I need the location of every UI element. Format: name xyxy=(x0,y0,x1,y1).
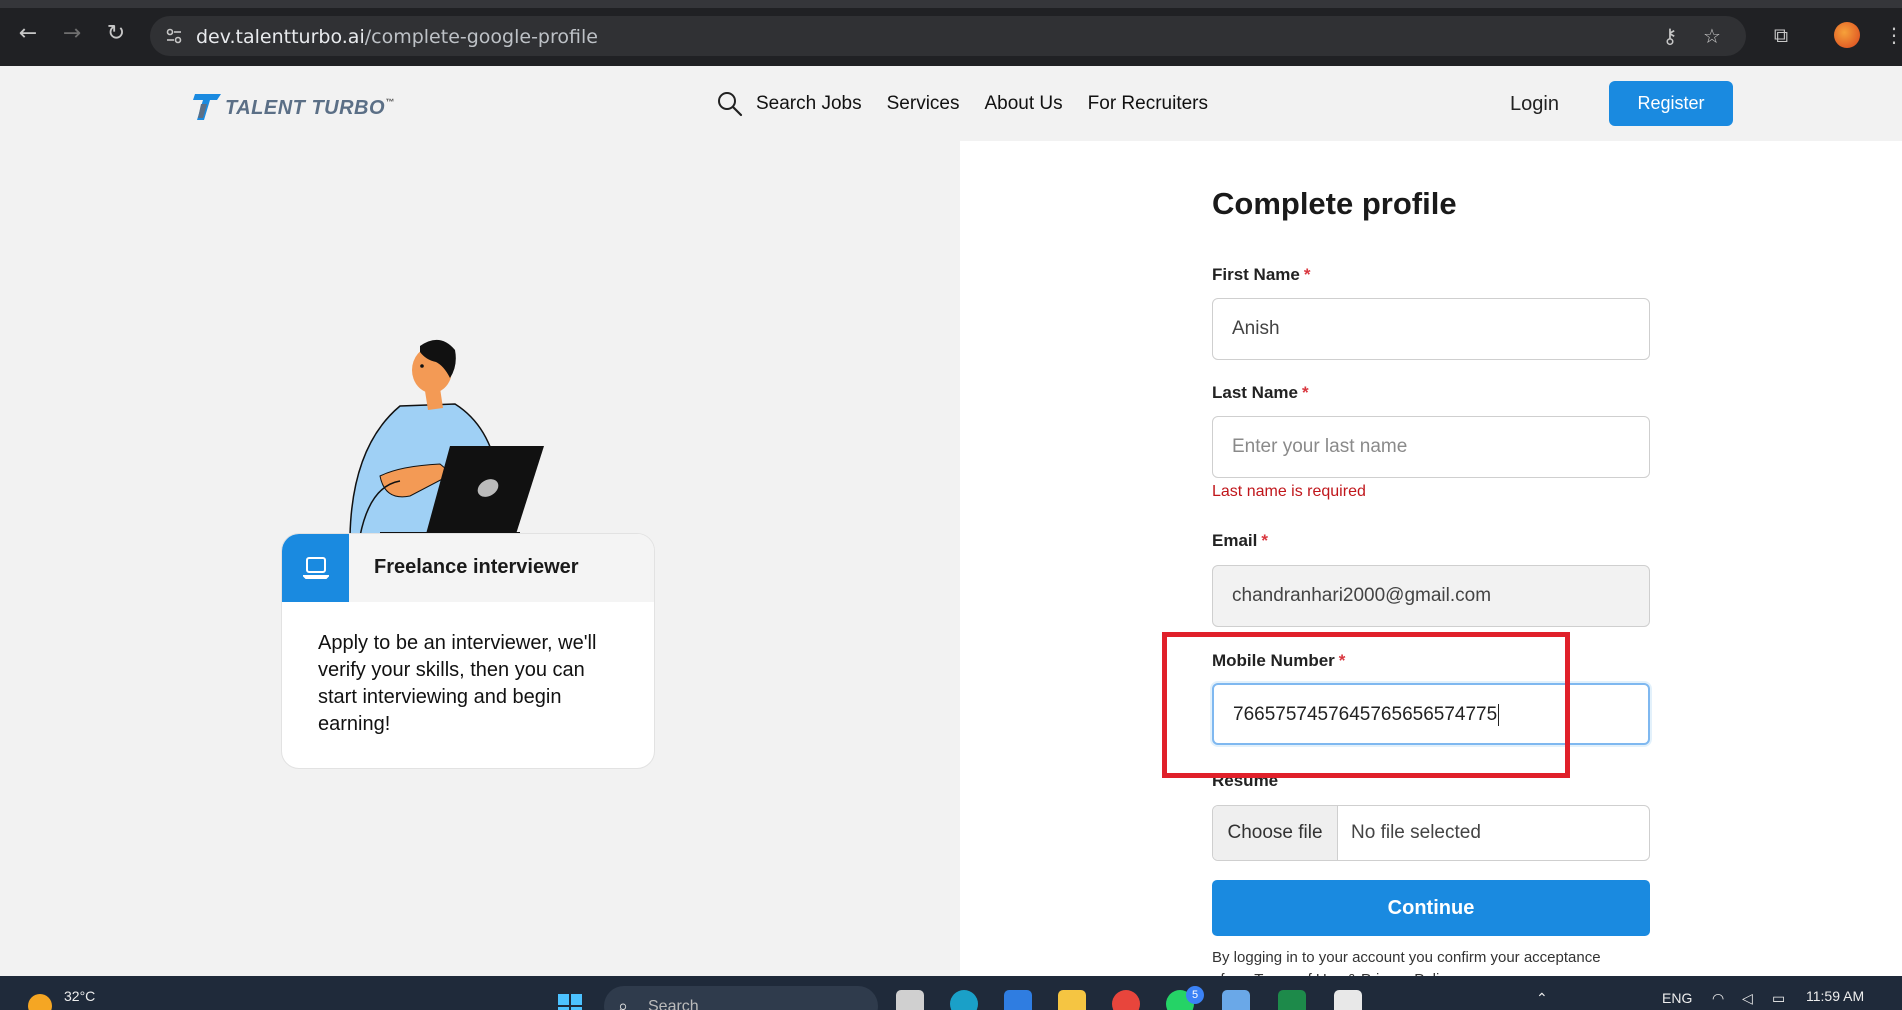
promo-panel: Freelance interviewer Apply to be an int… xyxy=(0,141,960,976)
nav-services[interactable]: Services xyxy=(887,93,960,115)
temperature[interactable]: 32°C xyxy=(64,988,95,1004)
main-nav: Search Jobs Services About Us For Recrui… xyxy=(716,90,1233,118)
nav-about-us[interactable]: About Us xyxy=(984,93,1062,115)
last-name-label-text: Last Name xyxy=(1212,383,1298,402)
register-button[interactable]: Register xyxy=(1609,81,1733,126)
password-key-icon[interactable]: ⚷ xyxy=(1658,24,1682,48)
profile-avatar[interactable] xyxy=(1834,22,1860,48)
profile-form-panel: Complete profile First Name * Anish Last … xyxy=(960,141,1902,988)
required-asterisk: * xyxy=(1303,265,1311,284)
back-icon[interactable]: ← xyxy=(16,22,40,46)
url-path: /complete-google-profile xyxy=(364,26,598,48)
nav-for-recruiters[interactable]: For Recruiters xyxy=(1088,93,1208,115)
last-name-error: Last name is required xyxy=(1212,483,1366,500)
url-host: dev.talentturbo.ai xyxy=(196,26,365,48)
continue-button[interactable]: Continue xyxy=(1212,880,1650,936)
logo-wordmark: TALENT TURBO xyxy=(225,97,386,119)
login-link[interactable]: Login xyxy=(1510,93,1559,116)
person-with-laptop-illustration xyxy=(349,339,544,536)
browser-toolbar: ← → ↻ dev.talentturbo.ai/complete-google… xyxy=(0,0,1902,66)
search-icon: ⌕ xyxy=(618,996,629,1010)
terms-text: By logging in to your account you confir… xyxy=(1212,949,1601,966)
file-explorer-icon[interactable] xyxy=(1058,990,1086,1010)
clock[interactable]: 11:59 AM xyxy=(1806,988,1864,1004)
tab-strip xyxy=(0,0,1902,8)
last-name-field[interactable]: Enter your last name xyxy=(1212,416,1650,478)
windows-start-icon[interactable] xyxy=(556,992,584,1010)
chevron-up-icon[interactable]: ⌃ xyxy=(1536,990,1548,1007)
battery-icon[interactable]: ▭ xyxy=(1772,990,1785,1007)
email-field[interactable]: chandranhari2000@gmail.com xyxy=(1212,565,1650,627)
logo-text: TALENT TURBO™ xyxy=(225,97,395,120)
email-label: Email * xyxy=(1212,531,1268,551)
site-header: TALENT TURBO™ Search Jobs Services About… xyxy=(0,66,1902,141)
resume-file-input[interactable]: Choose file No file selected xyxy=(1212,805,1650,861)
task-view-icon[interactable] xyxy=(896,990,924,1010)
site-settings-icon[interactable] xyxy=(164,26,184,46)
forward-icon[interactable]: → xyxy=(60,22,84,46)
notepad-icon[interactable] xyxy=(1222,990,1250,1010)
url-text[interactable]: dev.talentturbo.ai/complete-google-profi… xyxy=(196,26,598,48)
logo-mark-icon xyxy=(193,94,221,120)
required-asterisk: * xyxy=(1261,531,1268,550)
store-icon[interactable] xyxy=(1004,990,1032,1010)
taskbar-search-label: Search xyxy=(648,998,699,1010)
first-name-field[interactable]: Anish xyxy=(1212,298,1650,360)
reload-icon[interactable]: ↻ xyxy=(104,22,128,46)
logo-trademark: ™ xyxy=(385,97,395,107)
chrome-icon[interactable] xyxy=(1112,990,1140,1010)
volume-icon[interactable]: ◁ xyxy=(1742,990,1753,1007)
card-icon-box xyxy=(282,534,349,602)
edge-browser-icon[interactable] xyxy=(950,990,978,1010)
taskbar: 32°C ⌕ Search 5 ⌃ ENG ◠ ◁ ▭ 11:59 AM xyxy=(0,976,1902,1010)
required-asterisk: * xyxy=(1301,383,1309,402)
card-header: Freelance interviewer xyxy=(282,534,654,602)
weather-sun-icon[interactable] xyxy=(28,994,52,1010)
address-bar[interactable]: dev.talentturbo.ai/complete-google-profi… xyxy=(150,16,1746,56)
language-indicator[interactable]: ENG xyxy=(1662,990,1692,1006)
freelance-interviewer-card[interactable]: Freelance interviewer Apply to be an int… xyxy=(281,533,655,769)
last-name-label: Last Name * xyxy=(1212,383,1309,403)
choose-file-button[interactable]: Choose file xyxy=(1213,806,1338,860)
first-name-label-text: First Name xyxy=(1212,265,1300,284)
laptop-icon xyxy=(303,557,329,579)
extensions-icon[interactable]: ⧉ xyxy=(1768,22,1794,48)
card-description: Apply to be an interviewer, we'll verify… xyxy=(318,632,597,735)
nav-search-jobs[interactable]: Search Jobs xyxy=(756,93,862,115)
file-status: No file selected xyxy=(1351,822,1481,843)
wifi-icon[interactable]: ◠ xyxy=(1712,990,1724,1007)
excel-icon[interactable] xyxy=(1278,990,1306,1010)
bookmark-star-icon[interactable]: ☆ xyxy=(1700,24,1724,48)
page-title: Complete profile xyxy=(1212,186,1457,221)
card-title: Freelance interviewer xyxy=(374,556,579,578)
taskbar-search[interactable]: ⌕ Search xyxy=(604,986,878,1010)
first-name-label: First Name * xyxy=(1212,265,1311,285)
search-icon[interactable] xyxy=(716,90,744,118)
talent-turbo-logo[interactable]: TALENT TURBO™ xyxy=(193,90,394,122)
snipping-tool-icon[interactable] xyxy=(1334,990,1362,1010)
menu-kebab-icon[interactable]: ⋮ xyxy=(1884,22,1902,48)
notification-badge: 5 xyxy=(1186,986,1204,1004)
annotation-highlight-box xyxy=(1162,632,1570,778)
email-label-text: Email xyxy=(1212,531,1258,550)
